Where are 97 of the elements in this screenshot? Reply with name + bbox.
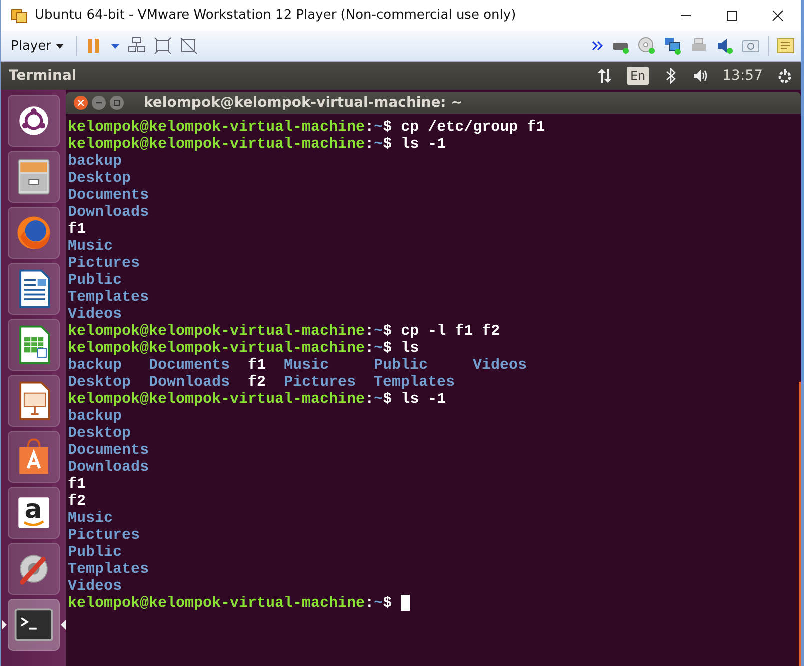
prompt-separator: :	[365, 595, 374, 612]
directory-name: Templates	[68, 561, 150, 578]
prompt-user: kelompok@kelompok-virtual-machine	[68, 391, 366, 408]
prompt-separator: :	[365, 136, 374, 153]
unity-icon[interactable]	[180, 37, 198, 55]
active-app-title: Terminal	[9, 68, 78, 84]
fullscreen-icon[interactable]	[154, 37, 172, 55]
command-text: ls	[400, 340, 420, 357]
command-text: ls -1	[400, 136, 446, 153]
launcher-item[interactable]	[8, 151, 60, 203]
prompt-separator: :	[365, 119, 374, 136]
maximize-icon	[114, 100, 120, 106]
prompt-separator: :	[365, 323, 374, 340]
directory-name: Pictures	[284, 374, 358, 391]
caret-icon[interactable]	[111, 44, 120, 48]
keyboard-send-icon[interactable]	[128, 37, 146, 55]
directory-name: Videos	[473, 357, 528, 374]
file-name: f1	[248, 357, 268, 374]
caret-icon	[56, 44, 64, 48]
directory-name: backup	[68, 408, 122, 425]
directory-name: Documents	[68, 187, 150, 204]
launcher-item[interactable]	[8, 375, 60, 427]
file-name: f2	[68, 493, 86, 510]
prompt-path: ~	[374, 340, 384, 357]
launcher-item[interactable]	[8, 599, 60, 651]
prompt-separator: :	[365, 391, 374, 408]
directory-name: Videos	[68, 306, 122, 323]
file-name: f1	[68, 221, 86, 238]
player-menu[interactable]: Player	[7, 36, 68, 56]
launcher-item[interactable]: a	[8, 487, 60, 539]
directory-name: Pictures	[68, 527, 140, 544]
vmware-app-icon	[11, 8, 29, 24]
prompt-symbol: $	[383, 391, 392, 408]
directory-name: Documents	[149, 357, 232, 374]
prompt-symbol: $	[383, 340, 392, 357]
directory-name: Pictures	[68, 255, 140, 272]
prompt-path: ~	[374, 595, 384, 612]
launcher-item[interactable]	[8, 319, 60, 371]
prompt-symbol: $	[383, 119, 392, 136]
minimize-icon	[96, 100, 102, 106]
network-transfer-icon[interactable]	[597, 68, 614, 84]
directory-name: Desktop	[68, 374, 132, 391]
prompt-symbol: $	[383, 595, 392, 612]
file-name: f2	[248, 374, 268, 391]
directory-name: Music	[284, 357, 330, 374]
prompt-user: kelompok@kelompok-virtual-machine	[68, 340, 366, 357]
prompt-user: kelompok@kelompok-virtual-machine	[68, 119, 366, 136]
prompt-path: ~	[374, 136, 384, 153]
launcher-item[interactable]	[8, 543, 60, 595]
directory-name: Public	[68, 272, 122, 289]
directory-name: Public	[68, 544, 122, 561]
directory-name: Public	[374, 357, 430, 374]
file-name: f1	[68, 476, 86, 493]
window-title: Ubuntu 64-bit - VMware Workstation 12 Player (Non-commercial use only)	[35, 8, 518, 23]
maximize-icon	[726, 10, 738, 22]
keyboard-layout-indicator[interactable]: En	[627, 67, 649, 85]
directory-name: Desktop	[68, 425, 132, 442]
command-text: cp /etc/group f1	[400, 119, 546, 136]
directory-name: Videos	[68, 578, 122, 595]
directory-name: Downloads	[68, 204, 150, 221]
close-button[interactable]	[74, 96, 88, 110]
prompt-path: ~	[374, 323, 384, 340]
close-icon	[772, 10, 784, 22]
command-text: ls -1	[400, 391, 446, 408]
launcher-item[interactable]	[8, 95, 60, 147]
power-gear-icon[interactable]	[777, 68, 793, 84]
directory-name: Music	[68, 238, 114, 255]
clock[interactable]: 13:57	[722, 68, 763, 84]
network-icon[interactable]	[664, 37, 682, 55]
directory-name: backup	[68, 153, 122, 170]
prompt-path: ~	[374, 119, 384, 136]
prompt-symbol: $	[383, 136, 392, 153]
double-chevron-icon[interactable]	[592, 40, 604, 52]
directory-name: Documents	[68, 442, 150, 459]
command-text: cp -l f1 f2	[400, 323, 500, 340]
cd-icon[interactable]	[638, 37, 656, 55]
active-indicator	[2, 620, 6, 630]
volume-icon[interactable]	[692, 68, 709, 84]
prompt-separator: :	[365, 340, 374, 357]
launcher-item[interactable]	[8, 431, 60, 483]
prompt-user: kelompok@kelompok-virtual-machine	[68, 323, 366, 340]
speaker-icon[interactable]	[716, 37, 734, 55]
directory-name: Templates	[374, 374, 456, 391]
directory-name: backup	[68, 357, 124, 374]
directory-name: Desktop	[68, 170, 132, 187]
prompt-user: kelompok@kelompok-virtual-machine	[68, 136, 366, 153]
launcher-item[interactable]	[8, 263, 60, 315]
terminal-title: kelompok@kelompok-virtual-machine: ~	[144, 95, 463, 111]
message-log-icon[interactable]	[777, 37, 795, 55]
directory-name: Music	[68, 510, 114, 527]
close-icon	[78, 100, 84, 106]
directory-name: Templates	[68, 289, 150, 306]
prompt-path: ~	[374, 391, 384, 408]
directory-name: Downloads	[68, 459, 150, 476]
directory-name: Downloads	[149, 374, 232, 391]
prompt-symbol: $	[383, 323, 392, 340]
prompt-user: kelompok@kelompok-virtual-machine	[68, 595, 366, 612]
